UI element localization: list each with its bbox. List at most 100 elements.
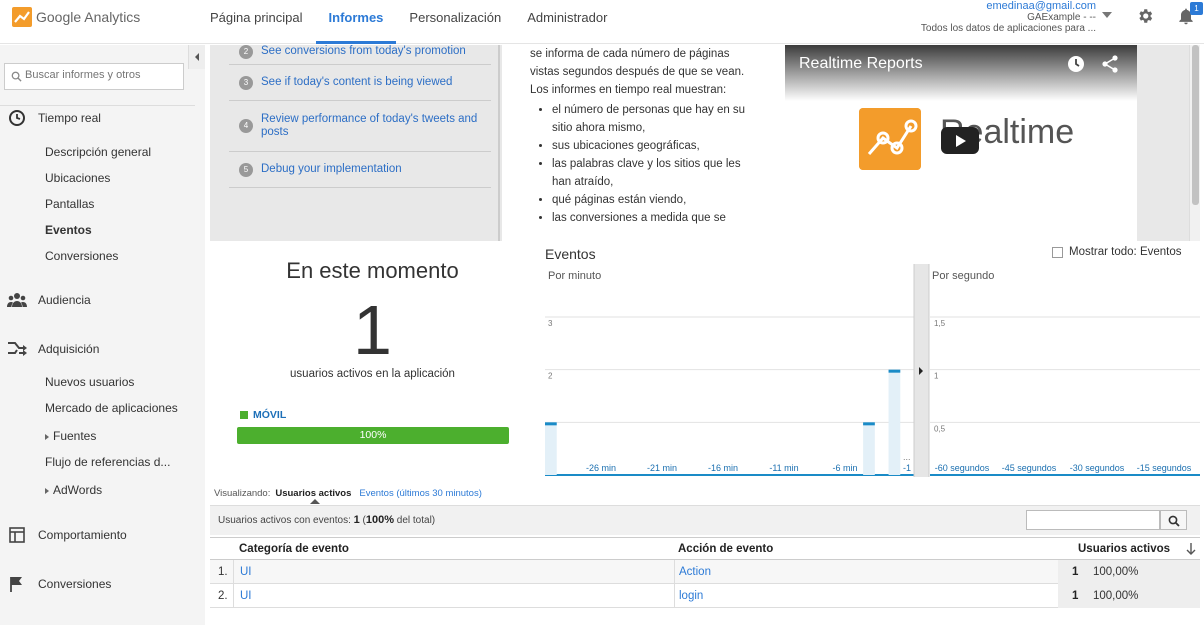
bar-mark[interactable] [583, 474, 595, 475]
sidebar-item-flujo-referencias[interactable]: Flujo de referencias d... [45, 455, 170, 469]
bar-mark[interactable] [748, 474, 761, 475]
step-item[interactable]: 4 Review performance of today's tweets a… [229, 101, 491, 152]
bar-mark[interactable] [812, 474, 824, 475]
intro-scrollbar[interactable] [1189, 45, 1200, 241]
account-view: Todos los datos de aplicaciones para ... [920, 23, 1096, 34]
bar-mark[interactable] [901, 474, 913, 475]
step-link[interactable]: Debug your implementation [261, 163, 402, 176]
play-button[interactable] [941, 127, 979, 154]
bar-mark[interactable] [850, 474, 863, 475]
video-player[interactable]: Realtime Reports Realtime [785, 45, 1137, 241]
account-selector[interactable]: emedinaa@gmail.com GAExample - -- Todos … [920, 1, 1096, 35]
expand-triangle-icon [45, 433, 49, 440]
step-item[interactable]: 5 Debug your implementation [229, 152, 491, 188]
bar-mark[interactable] [786, 474, 799, 475]
expand-triangle-icon [45, 487, 49, 494]
sidebar-section-conversiones[interactable]: Conversiones [0, 573, 111, 595]
bar-mark[interactable] [545, 422, 557, 426]
sidebar-section-label: Adquisición [38, 342, 100, 356]
table-filter-input[interactable] [1026, 510, 1160, 530]
row-category-link[interactable]: UI [240, 590, 252, 602]
collapse-sidebar-button[interactable] [188, 45, 205, 69]
bar-mark[interactable] [570, 474, 583, 475]
bar-mark[interactable] [608, 474, 621, 475]
row-percent: 100,00% [1093, 590, 1139, 602]
step-item[interactable]: 2 See conversions from today's promotion [229, 39, 491, 65]
per-second-title: Por segundo [932, 270, 994, 282]
gear-icon[interactable] [1136, 7, 1154, 25]
sort-descending-icon[interactable] [1186, 542, 1196, 556]
bar-mark[interactable] [646, 474, 659, 475]
col-accion[interactable]: Acción de evento [678, 543, 773, 555]
row-action-link[interactable]: login [679, 590, 703, 602]
bar-mark[interactable] [595, 474, 608, 475]
col-usuarios-activos[interactable]: Usuarios activos [1078, 543, 1170, 555]
bar-mark[interactable] [875, 474, 888, 475]
bar-mark[interactable] [634, 474, 646, 475]
sidebar-item-descripcion-general[interactable]: Descripción general [45, 145, 151, 159]
sidebar-section-label: Tiempo real [38, 111, 101, 125]
sidebar-section-tiempo-real[interactable]: Tiempo real [0, 107, 101, 129]
google-analytics-logo[interactable]: Google Analytics [12, 7, 140, 27]
bar-mark[interactable] [659, 474, 672, 475]
step-link[interactable]: See if today's content is being viewed [261, 76, 452, 89]
bar-mark[interactable] [710, 474, 723, 475]
nav-informes[interactable]: Informes [315, 0, 397, 44]
sidebar-item-adwords[interactable]: AdWords [45, 483, 102, 497]
step-number: 2 [239, 44, 253, 59]
right-now-title: En este momento [286, 258, 459, 283]
sidebar-section-comportamiento[interactable]: Comportamiento [0, 524, 127, 546]
analytics-app-icon [859, 108, 921, 170]
row-category-link[interactable]: UI [240, 566, 252, 578]
step-link[interactable]: Review performance of today's tweets and… [261, 113, 491, 139]
events-charts-svg: Por minuto 1 2 3 -26 min -21 min -16 min -11 … [545, 264, 1200, 477]
table-filter-button[interactable] [1160, 510, 1187, 530]
account-dropdown-icon[interactable] [1102, 12, 1112, 18]
visualizing-switch: Visualizando: Usuarios activos Eventos (… [214, 488, 482, 499]
visualizing-label: Visualizando: [214, 488, 271, 499]
bar-mark[interactable] [824, 474, 837, 475]
nav-personalizacion[interactable]: Personalización [396, 0, 514, 44]
sidebar-item-eventos[interactable]: Eventos [45, 223, 92, 237]
layout-icon [6, 524, 28, 546]
bar-mark[interactable] [761, 474, 774, 475]
tab-usuarios-activos[interactable]: Usuarios activos [275, 488, 351, 499]
col-categoria[interactable]: Categoría de evento [239, 543, 349, 555]
row-action-link[interactable]: Action [679, 566, 711, 578]
bar-mark[interactable] [837, 474, 850, 475]
notification-badge: 1 [1190, 2, 1203, 15]
bar-mark[interactable] [799, 474, 812, 475]
bar-mark[interactable] [697, 474, 710, 475]
report-search-input[interactable] [25, 69, 175, 81]
show-all-events-toggle[interactable]: Mostrar todo: Eventos [1052, 246, 1182, 258]
scrollbar-thumb[interactable] [1192, 45, 1199, 205]
bar-mark[interactable] [557, 474, 570, 475]
sidebar-item-conversiones-rt[interactable]: Conversiones [45, 249, 118, 263]
step-item[interactable]: 3 See if today's content is being viewed [229, 65, 491, 101]
bar-mark[interactable] [621, 474, 634, 475]
bar-mark[interactable] [735, 474, 748, 475]
sidebar-section-label: Comportamiento [38, 528, 127, 542]
share-icon[interactable] [1101, 55, 1119, 73]
report-search[interactable] [4, 63, 184, 90]
bar-mark[interactable] [723, 474, 735, 475]
nav-pagina-principal[interactable]: Página principal [197, 0, 316, 44]
sidebar-item-pantallas[interactable]: Pantallas [45, 197, 94, 211]
bar-mark[interactable] [863, 422, 875, 426]
step-link[interactable]: See conversions from today's promotion [261, 45, 466, 58]
bar-mark[interactable] [684, 474, 697, 475]
watch-later-icon[interactable] [1067, 55, 1085, 73]
nav-administrador[interactable]: Administrador [514, 0, 620, 44]
tab-eventos-30min[interactable]: Eventos (últimos 30 minutos) [359, 488, 482, 499]
sidebar-item-fuentes[interactable]: Fuentes [45, 429, 96, 443]
top-bar: Google Analytics Página principal Inform… [0, 0, 1204, 44]
sidebar-section-adquisicion[interactable]: Adquisición [0, 338, 99, 360]
sidebar-item-ubicaciones[interactable]: Ubicaciones [45, 171, 110, 185]
bar-mark[interactable] [774, 474, 786, 475]
show-all-checkbox[interactable] [1052, 246, 1063, 258]
bar-mark[interactable] [672, 474, 684, 475]
bar-mark[interactable] [888, 369, 901, 373]
sidebar-section-audiencia[interactable]: Audiencia [0, 289, 91, 311]
sidebar-item-mercado-aplicaciones[interactable]: Mercado de aplicaciones [45, 401, 178, 415]
sidebar-item-nuevos-usuarios[interactable]: Nuevos usuarios [45, 375, 134, 389]
